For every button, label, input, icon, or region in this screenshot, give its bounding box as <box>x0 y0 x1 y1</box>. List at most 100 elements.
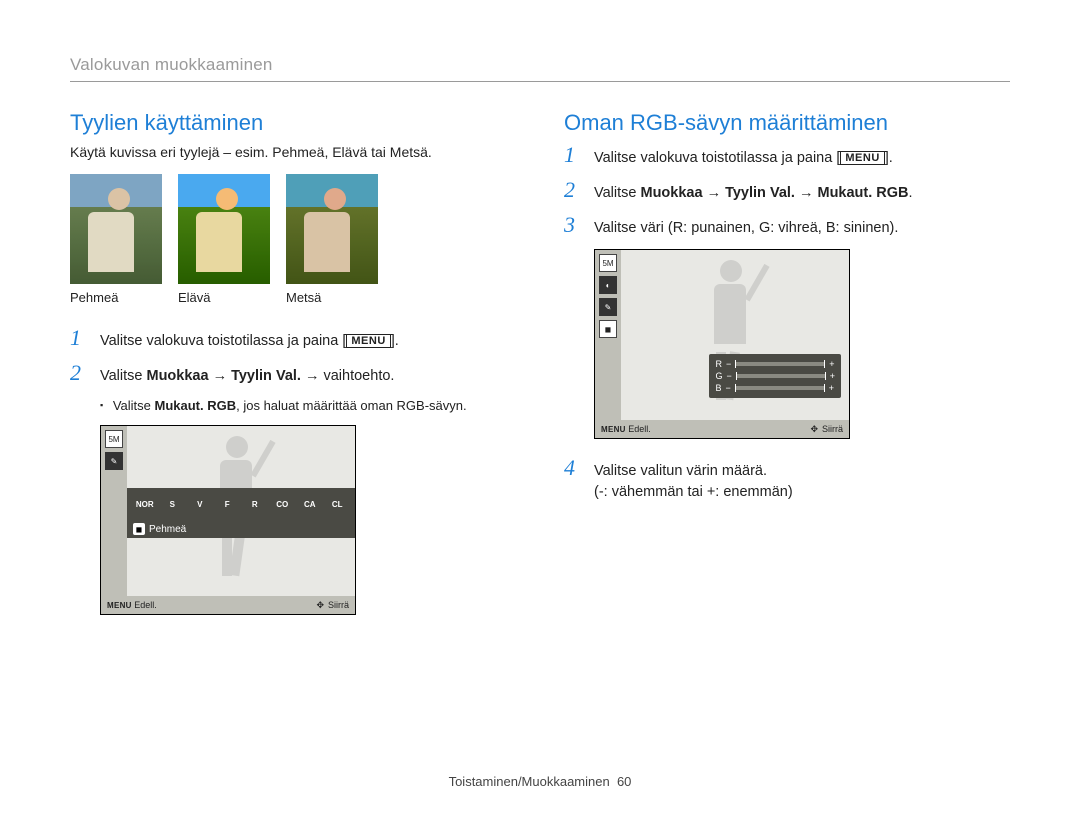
rgb-row-g: G − + <box>715 370 835 382</box>
caption-forest: Metsä <box>286 290 378 305</box>
thumb-forest <box>286 174 378 284</box>
left-intro: Käytä kuvissa eri tyylejä – esim. Pehmeä… <box>70 144 516 160</box>
text: Valitse <box>113 398 155 413</box>
style-chip: F <box>214 496 242 512</box>
divider <box>70 81 1010 82</box>
minus-label: − <box>726 359 731 369</box>
right-step-4: 4 Valitse valitun värin määrä. (-: vähem… <box>564 457 1010 503</box>
right-step-2: 2 Valitse Muokkaa → Tyylin Val. → Mukaut… <box>564 179 1010 204</box>
style-chip: CO <box>269 496 297 512</box>
minus-label: − <box>725 383 730 393</box>
menu-icon: MENU <box>107 601 132 610</box>
left-steps: 1 Valitse valokuva toistotilassa ja pain… <box>70 327 516 387</box>
brush-icon: ✎ <box>599 298 617 316</box>
right-column: Oman RGB-sävyn määrittäminen 1 Valitse v… <box>564 110 1010 615</box>
left-column: Tyylien käyttäminen Käytä kuvissa eri ty… <box>70 110 516 615</box>
right-step-3: 3 Valitse väri (R: punainen, G: vihreä, … <box>564 214 1010 239</box>
step-number: 3 <box>564 214 582 236</box>
lcd-footer: MENU Edell. Siirrä <box>101 596 355 614</box>
footer-page-number: 60 <box>617 774 631 789</box>
step-number: 1 <box>564 144 582 166</box>
style-thumbnails <box>70 174 516 284</box>
step-number: 2 <box>70 362 88 384</box>
breadcrumb: Valokuvan muokkaaminen <box>70 55 1010 75</box>
lcd-sidebar: 5M ✎ <box>101 426 127 596</box>
page-footer: Toistaminen/Muokkaaminen 60 <box>0 774 1080 789</box>
right-lcd-mock: 5M ◐ ✎ ◼ R − + <box>594 249 850 439</box>
style-chip: S <box>159 496 187 512</box>
selected-style-label: Pehmeä <box>149 524 186 535</box>
menu-icon: MENU <box>840 151 884 165</box>
step-number: 2 <box>564 179 582 201</box>
text: Valitse <box>100 368 146 384</box>
selected-style-icon: ◼ <box>133 523 145 535</box>
step-text: Valitse Muokkaa → Tyylin Val. → Mukaut. … <box>594 183 913 204</box>
text: Valitse valokuva toistotilassa ja paina … <box>594 150 840 166</box>
text: ]. <box>885 150 893 166</box>
right-step-1: 1 Valitse valokuva toistotilassa ja pain… <box>564 144 1010 169</box>
selected-style-row: ◼ Pehmeä <box>127 520 355 538</box>
menu-icon: MENU <box>346 334 390 348</box>
footer-back-label: Edell. <box>628 424 651 434</box>
step-text: Valitse väri (R: punainen, G: vihreä, B:… <box>594 218 898 239</box>
left-step-2: 2 Valitse Muokkaa → Tyylin Val. → vaihto… <box>70 362 516 387</box>
text: . <box>909 185 913 201</box>
slider-bar <box>735 362 825 366</box>
channel-label: R <box>715 359 722 369</box>
right-steps: 1 Valitse valokuva toistotilassa ja pain… <box>564 144 1010 239</box>
channel-label: G <box>715 371 722 381</box>
style-chip: CL <box>324 496 352 512</box>
text: Valitse valitun värin määrä. <box>594 463 767 479</box>
caption-soft: Pehmeä <box>70 290 162 305</box>
style-sel-icon: ◼ <box>599 320 617 338</box>
edit-icon: ✎ <box>105 452 123 470</box>
size-badge-icon: 5M <box>599 254 617 272</box>
style-chip: R <box>241 496 269 512</box>
palette-icon: ◐ <box>599 276 617 294</box>
rgb-panel: R − + G − + B − <box>709 354 841 398</box>
size-badge-icon: 5M <box>105 430 123 448</box>
left-step-1: 1 Valitse valokuva toistotilassa ja pain… <box>70 327 516 352</box>
lcd-sidebar: 5M ◐ ✎ ◼ <box>595 250 621 420</box>
text: → vaihtoehto. <box>301 368 395 384</box>
step-text: Valitse valitun värin määrä. (-: vähemmä… <box>594 461 793 503</box>
text: , jos haluat määrittää oman RGB-sävyn. <box>236 398 467 413</box>
style-chip: CA <box>296 496 324 512</box>
left-bullet: Valitse Mukaut. RGB, jos haluat määrittä… <box>100 397 516 415</box>
menu-icon: MENU <box>601 425 626 434</box>
plus-label: + <box>829 359 834 369</box>
plus-label: + <box>830 371 835 381</box>
right-steps-cont: 4 Valitse valitun värin määrä. (-: vähem… <box>564 457 1010 503</box>
footer-back-label: Edell. <box>134 600 157 610</box>
rgb-row-b: B − + <box>715 382 835 394</box>
left-title: Tyylien käyttäminen <box>70 110 516 136</box>
lcd-footer: MENU Edell. Siirrä <box>595 420 849 438</box>
thumb-soft <box>70 174 162 284</box>
text: Valitse valokuva toistotilassa ja paina … <box>100 333 346 349</box>
step-text: Valitse Muokkaa → Tyylin Val. → vaihtoeh… <box>100 366 394 387</box>
style-strip: NOR S V F R CO CA CL <box>127 488 355 520</box>
style-chip: V <box>186 496 214 512</box>
caption-vivid: Elävä <box>178 290 270 305</box>
rgb-row-r: R − + <box>715 358 835 370</box>
style-chip: NOR <box>131 496 159 512</box>
minus-label: − <box>726 371 731 381</box>
footer-move-label: Siirrä <box>316 600 349 611</box>
text: (-: vähemmän tai +: enemmän) <box>594 484 793 500</box>
step-number: 4 <box>564 457 582 479</box>
footer-section: Toistaminen/Muokkaaminen <box>449 774 610 789</box>
left-lcd-mock: 5M ✎ NOR S V F R CO CA CL <box>100 425 356 615</box>
bold-text: Mukaut. RGB <box>155 398 237 413</box>
thumb-vivid <box>178 174 270 284</box>
slider-bar <box>735 386 825 390</box>
step-text: Valitse valokuva toistotilassa ja paina … <box>100 331 399 352</box>
footer-move-label: Siirrä <box>810 424 843 435</box>
thumb-captions: Pehmeä Elävä Metsä <box>70 290 516 305</box>
channel-label: B <box>715 383 721 393</box>
bold-text: Muokkaa → Tyylin Val. <box>146 368 300 384</box>
right-title: Oman RGB-sävyn määrittäminen <box>564 110 1010 136</box>
plus-label: + <box>829 383 834 393</box>
step-text: Valitse valokuva toistotilassa ja paina … <box>594 148 893 169</box>
text: Valitse <box>594 185 640 201</box>
step-number: 1 <box>70 327 88 349</box>
